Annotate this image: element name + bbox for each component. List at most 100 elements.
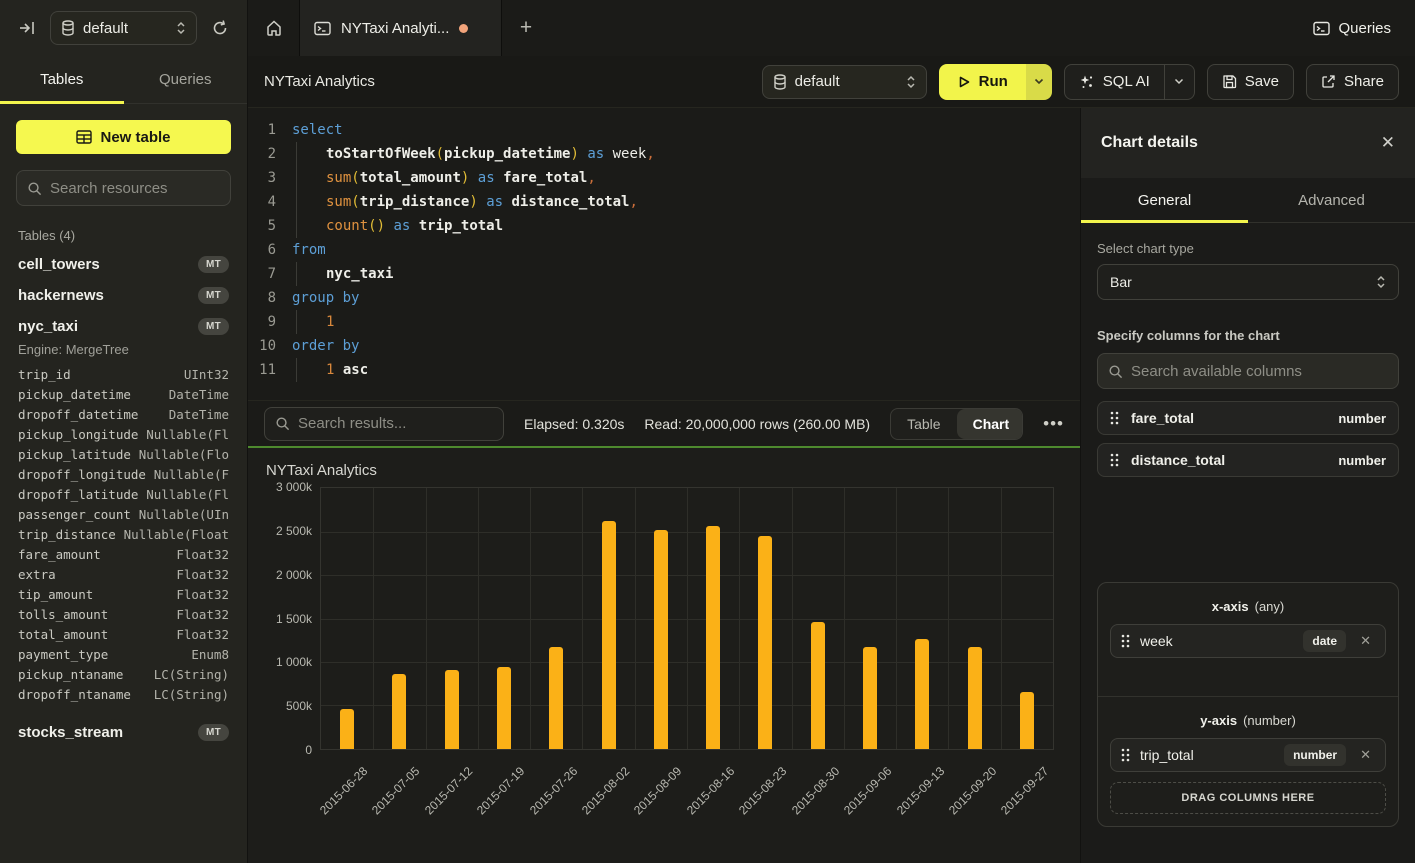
y-axis-chips: trip_total number ✕ xyxy=(1110,738,1386,772)
column-row[interactable]: dropoff_longitude Nullable(F xyxy=(16,465,231,485)
column-row[interactable]: tolls_amount Float32 xyxy=(16,605,231,625)
home-button[interactable] xyxy=(248,0,300,56)
available-column-card[interactable]: distance_total number xyxy=(1097,443,1399,477)
column-name: dropoff_datetime xyxy=(18,405,138,425)
chart-type-select[interactable]: Bar xyxy=(1097,264,1399,300)
sidebar-tab-tables[interactable]: Tables xyxy=(0,56,124,103)
editor-line[interactable]: 7 nyc_taxi xyxy=(248,262,1080,286)
run-options-button[interactable] xyxy=(1026,64,1052,100)
panel-close-button[interactable]: ✕ xyxy=(1381,133,1395,153)
chart-bar[interactable] xyxy=(392,674,406,749)
engine-badge: MT xyxy=(198,256,229,273)
queries-button[interactable]: Queries xyxy=(1289,0,1415,56)
search-icon xyxy=(275,416,290,431)
save-button[interactable]: Save xyxy=(1207,64,1294,100)
sql-ai-button[interactable]: SQL AI xyxy=(1064,64,1165,100)
chart-bar[interactable] xyxy=(811,622,825,749)
column-row[interactable]: pickup_longitude Nullable(Fl xyxy=(16,425,231,445)
refresh-button[interactable] xyxy=(207,15,233,41)
chart-bar[interactable] xyxy=(445,670,459,749)
axis-column-chip[interactable]: week date ✕ xyxy=(1110,624,1386,658)
chart-bar[interactable] xyxy=(654,530,668,749)
column-row[interactable]: dropoff_datetime DateTime xyxy=(16,405,231,425)
database-selector[interactable]: default xyxy=(50,11,197,45)
column-row[interactable]: tip_amount Float32 xyxy=(16,585,231,605)
chart-bar[interactable] xyxy=(602,521,616,749)
remove-column-button[interactable]: ✕ xyxy=(1356,631,1375,651)
more-options-button[interactable]: ••• xyxy=(1043,414,1064,434)
column-name: passenger_count xyxy=(18,505,131,525)
chart-bar[interactable] xyxy=(758,536,772,749)
resource-search-input[interactable] xyxy=(50,180,247,197)
share-button[interactable]: Share xyxy=(1306,64,1399,100)
editor-line[interactable]: 3 sum(total_amount) as fare_total, xyxy=(248,166,1080,190)
column-row[interactable]: pickup_ntaname LC(String) xyxy=(16,665,231,685)
chart-bar[interactable] xyxy=(706,526,720,749)
available-column-card[interactable]: fare_total number xyxy=(1097,401,1399,435)
column-row[interactable]: pickup_datetime DateTime xyxy=(16,385,231,405)
sidebar-tab-queries[interactable]: Queries xyxy=(124,56,248,103)
editor-line[interactable]: 10 order by xyxy=(248,334,1080,358)
column-row[interactable]: trip_distance Nullable(Float xyxy=(16,525,231,545)
editor-line[interactable]: 4 sum(trip_distance) as distance_total, xyxy=(248,190,1080,214)
editor-line[interactable]: 8 group by xyxy=(248,286,1080,310)
editor-line[interactable]: 2 toStartOfWeek(pickup_datetime) as week… xyxy=(248,142,1080,166)
axis-column-type-badge: date xyxy=(1303,630,1346,652)
editor-line[interactable]: 6 from xyxy=(248,238,1080,262)
column-row[interactable]: trip_id UInt32 xyxy=(16,365,231,385)
table-row[interactable]: cell_towers MT xyxy=(16,249,231,280)
collapse-sidebar-button[interactable] xyxy=(14,15,40,41)
chart-bar[interactable] xyxy=(863,647,877,749)
query-tab[interactable]: NYTaxi Analyti... xyxy=(300,0,502,56)
editor-line[interactable]: 9 1 xyxy=(248,310,1080,334)
chart-bar[interactable] xyxy=(1020,692,1034,749)
run-button[interactable]: Run xyxy=(939,64,1026,100)
column-row[interactable]: passenger_count Nullable(UIn xyxy=(16,505,231,525)
engine-badge: MT xyxy=(198,287,229,304)
results-search-input[interactable] xyxy=(298,415,497,432)
chart-bar[interactable] xyxy=(968,647,982,749)
chart-type-value: Bar xyxy=(1110,274,1132,290)
columns-search-input[interactable] xyxy=(1131,363,1388,380)
query-database-selector[interactable]: default xyxy=(762,65,927,99)
chart-bar[interactable] xyxy=(915,639,929,749)
column-type: Nullable(Float xyxy=(124,525,229,545)
view-toggle-chart[interactable]: Chart xyxy=(957,409,1024,439)
axis-column-type-badge: number xyxy=(1284,744,1346,766)
view-toggle-table[interactable]: Table xyxy=(891,409,956,439)
panel-tab-general[interactable]: General xyxy=(1081,178,1248,222)
column-type: DateTime xyxy=(169,385,229,405)
column-row[interactable]: dropoff_ntaname LC(String) xyxy=(16,685,231,705)
table-row[interactable]: stocks_stream MT xyxy=(16,717,231,748)
drag-columns-drop-zone[interactable]: DRAG COLUMNS HERE xyxy=(1110,782,1386,814)
column-row[interactable]: total_amount Float32 xyxy=(16,625,231,645)
table-row[interactable]: nyc_taxi MT xyxy=(16,311,231,342)
column-row[interactable]: dropoff_latitude Nullable(Fl xyxy=(16,485,231,505)
y-axis-tick-label: 2 000k xyxy=(276,568,312,582)
editor-line[interactable]: 1 select xyxy=(248,118,1080,142)
editor-line[interactable]: 5 count() as trip_total xyxy=(248,214,1080,238)
column-row[interactable]: fare_amount Float32 xyxy=(16,545,231,565)
sql-ai-options-button[interactable] xyxy=(1165,64,1195,100)
table-name: hackernews xyxy=(18,287,104,304)
column-row[interactable]: extra Float32 xyxy=(16,565,231,585)
y-axis-hint: (number) xyxy=(1243,713,1296,728)
read-stat: Read: 20,000,000 rows (260.00 MB) xyxy=(644,416,870,432)
column-type: DateTime xyxy=(169,405,229,425)
x-axis-tick-label: 2015-07-12 xyxy=(422,764,475,817)
new-table-button[interactable]: New table xyxy=(16,120,231,154)
column-name: pickup_datetime xyxy=(18,385,131,405)
panel-tab-advanced[interactable]: Advanced xyxy=(1248,178,1415,222)
chart-bar[interactable] xyxy=(549,647,563,749)
remove-column-button[interactable]: ✕ xyxy=(1356,745,1375,765)
editor-line[interactable]: 11 1 asc xyxy=(248,358,1080,382)
column-row[interactable]: payment_type Enum8 xyxy=(16,645,231,665)
new-tab-button[interactable]: + xyxy=(502,0,550,56)
column-row[interactable]: pickup_latitude Nullable(Flo xyxy=(16,445,231,465)
table-row[interactable]: hackernews MT xyxy=(16,280,231,311)
engine-badge: MT xyxy=(198,724,229,741)
chart-bar[interactable] xyxy=(340,709,354,749)
sql-editor[interactable]: 1 select 2 toStartOfWeek(pickup_datetime… xyxy=(248,108,1080,400)
chart-bar[interactable] xyxy=(497,667,511,749)
axis-column-chip[interactable]: trip_total number ✕ xyxy=(1110,738,1386,772)
